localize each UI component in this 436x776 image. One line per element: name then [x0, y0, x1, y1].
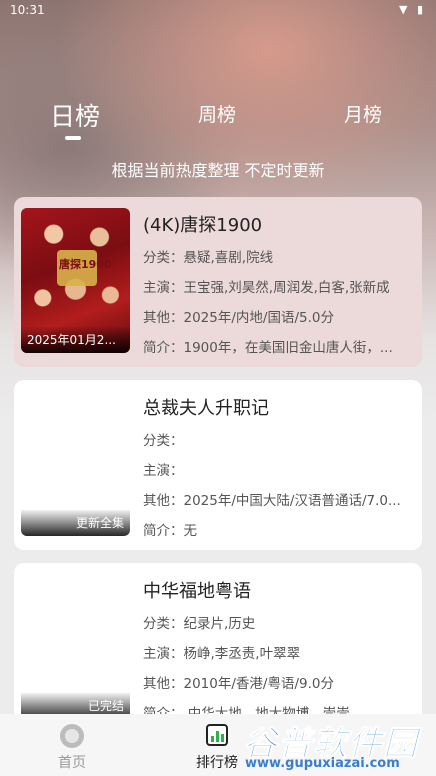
card-cast: 主演：杨峥,李丞责,叶翠翠 — [143, 646, 301, 662]
nav-home-label: 首页 — [58, 755, 86, 771]
card-title: 总裁夫人升职记 — [143, 398, 269, 419]
watermark-logo: 谷普软件园 www.gupuxiazai.com — [243, 716, 436, 776]
nav-home[interactable]: 首页 — [17, 714, 127, 776]
ranking-icon — [206, 724, 228, 746]
card-category: 分类： — [143, 433, 184, 449]
card-category: 分类：纪录片,历史 — [143, 616, 256, 632]
ranking-tabs: 日榜 周榜 月榜 — [0, 100, 436, 140]
poster-image[interactable]: 唐探1900 2025年01月2... — [21, 208, 130, 353]
card-intro: 简介：1900年，在美国旧金山唐人街，... — [143, 340, 393, 356]
card-cast: 主演：王宝强,刘昊然,周润发,白客,张新成 — [143, 280, 390, 296]
ranking-card[interactable]: 已完结 中华福地粤语 分类：纪录片,历史 主演：杨峥,李丞责,叶翠翠 其他：20… — [14, 563, 422, 733]
tab-weekly[interactable]: 周榜 — [198, 100, 236, 127]
card-other: 其他：2025年/内地/国语/5.0分 — [143, 310, 334, 326]
tab-daily[interactable]: 日榜 — [50, 97, 100, 133]
ranking-card[interactable]: 唐探1900 2025年01月2... (4K)唐探1900 分类：悬疑,喜剧,… — [14, 197, 422, 367]
ranking-subtitle: 根据当前热度整理 不定时更新 — [111, 161, 325, 180]
wifi-battery-icon: ▼ ▮ — [398, 3, 426, 16]
poster-title-text: 唐探1900 — [59, 258, 112, 271]
ranking-card[interactable]: 更新全集 总裁夫人升职记 分类： 主演： 其他：2025年/中国大陆/汉语普通话… — [14, 380, 422, 550]
home-icon — [60, 724, 84, 748]
card-title: (4K)唐探1900 — [143, 215, 263, 236]
card-title: 中华福地粤语 — [143, 581, 251, 602]
card-category: 分类：悬疑,喜剧,院线 — [143, 250, 274, 266]
card-intro: 简介：无 — [143, 523, 197, 539]
tab-indicator — [65, 136, 81, 140]
status-bar: 10:31 ▼ ▮ — [0, 0, 436, 20]
card-other: 其他：2010年/香港/粤语/9.0分 — [143, 676, 334, 692]
poster-image[interactable]: 更新全集 — [21, 391, 130, 536]
status-time: 10:31 — [10, 3, 45, 17]
poster-status-label: 更新全集 — [21, 510, 130, 536]
watermark-url: www.gupuxiazai.com — [245, 756, 400, 771]
poster-date-label: 2025年01月2... — [21, 327, 130, 353]
card-other: 其他：2025年/中国大陆/汉语普通话/7.0... — [143, 493, 401, 509]
tab-monthly[interactable]: 月榜 — [344, 100, 382, 127]
card-cast: 主演： — [143, 463, 184, 479]
poster-image[interactable]: 已完结 — [21, 574, 130, 719]
